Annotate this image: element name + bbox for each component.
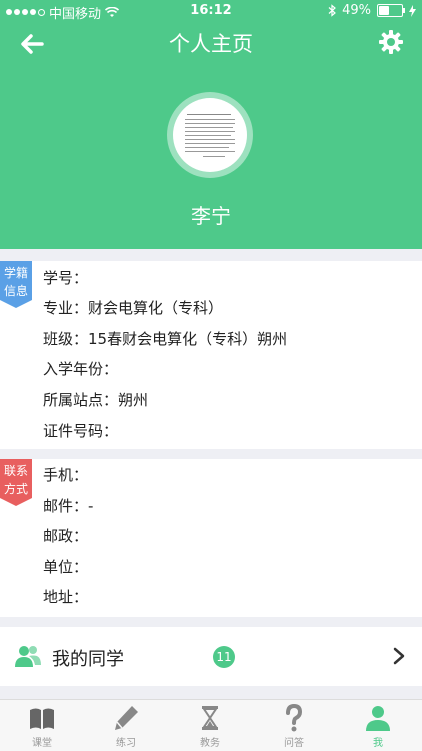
gear-icon[interactable] (378, 29, 404, 55)
address-row: 地址： (43, 588, 89, 606)
id-number-row: 证件号码： (43, 422, 119, 440)
charging-icon (409, 4, 416, 17)
tab-academic-affairs[interactable]: 教务 (168, 700, 252, 751)
phone-row: 手机： (43, 466, 89, 484)
status-bar: 中国移动 16:12 49% (0, 0, 422, 22)
pencil-icon (115, 706, 138, 730)
contact-info-card: 联系 方式 手机： 邮件：- 邮政： 单位： 地址： (0, 459, 422, 617)
battery-percent: 49% (342, 3, 371, 18)
tab-me[interactable]: 我 (336, 700, 420, 751)
tab-qa[interactable]: 问答 (252, 700, 336, 751)
contact-info-tag: 联系 方式 (0, 459, 32, 506)
postcode-row: 邮政： (43, 527, 89, 545)
enrollment-year-row: 入学年份： (43, 360, 119, 378)
page-title: 个人主页 (169, 32, 253, 56)
question-icon (286, 704, 303, 732)
profile-header: 个人主页 李宁 (0, 22, 422, 249)
bluetooth-icon (328, 4, 337, 17)
employer-row: 单位： (43, 558, 89, 576)
hourglass-icon (202, 706, 218, 730)
classmates-count-badge: 11 (213, 646, 235, 668)
academic-info-card: 学籍 信息 学号： 专业：财会电算化（专科） 班级：15春财会电算化（专科）朔州… (0, 261, 422, 449)
chevron-right-icon (393, 647, 405, 665)
student-id-row: 学号： (43, 269, 89, 287)
user-name: 李宁 (191, 204, 231, 228)
people-icon (15, 646, 41, 667)
my-classmates-label: 我的同学 (52, 649, 124, 670)
email-row: 邮件：- (43, 497, 94, 515)
tab-practice[interactable]: 练习 (84, 700, 168, 751)
avatar-ring (167, 92, 253, 178)
academic-info-tag: 学籍 信息 (0, 261, 32, 308)
avatar[interactable] (173, 98, 247, 172)
tab-bar: 课堂 练习 教务 问答 我 (0, 699, 422, 751)
major-row: 专业：财会电算化（专科） (43, 299, 224, 317)
my-classmates-item[interactable]: 我的同学 11 (0, 627, 422, 686)
book-icon (30, 708, 54, 729)
person-icon (366, 706, 390, 731)
class-row: 班级：15春财会电算化（专科）朔州 (43, 330, 288, 348)
tab-classroom[interactable]: 课堂 (0, 700, 84, 751)
battery-icon (377, 4, 405, 17)
site-row: 所属站点：朔州 (43, 391, 149, 409)
